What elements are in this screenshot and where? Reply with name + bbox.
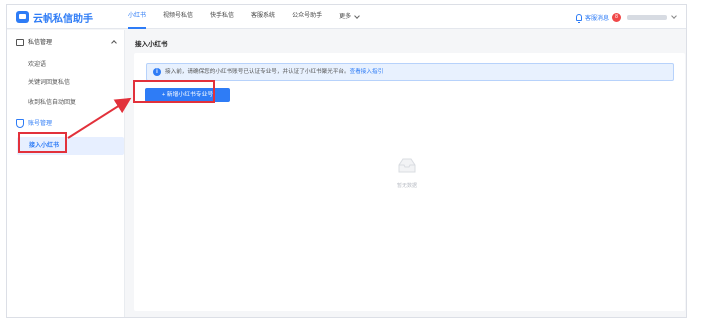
sidebar-item-keyword-reply[interactable]: 关键词回复私信	[28, 77, 70, 89]
page-title: 接入小红书	[135, 41, 168, 48]
view-guide-link[interactable]: 查看接入指引	[350, 69, 384, 75]
highlight-box-add-button	[133, 80, 215, 103]
sidebar-group-label: 私信管理	[28, 40, 53, 46]
customer-messages-link[interactable]: 客服消息	[585, 13, 609, 22]
nav-tab-xiaohongshu[interactable]: 小红书	[128, 5, 147, 29]
sidebar-item-auto-reply[interactable]: 收到私信自动回复	[28, 97, 76, 109]
info-notice: i 接入前，请确保您的小红书账号已认证专业号，并认证了小红书聚光平台。查看接入指…	[146, 63, 674, 81]
sidebar-group-dm-management[interactable]: 私信管理	[7, 36, 125, 50]
chevron-down-icon[interactable]	[671, 12, 677, 19]
unread-badge: 8	[612, 12, 621, 22]
nav-tab-official-account[interactable]: 公众号助手	[292, 5, 322, 29]
top-bar: 云帆私信助手 小红书 视频号私信 快手私信 客服系统 公众号助手 更多 客服消息…	[7, 5, 686, 29]
empty-inbox-icon	[398, 158, 416, 173]
app-window: 云帆私信助手 小红书 视频号私信 快手私信 客服系统 公众号助手 更多 客服消息…	[6, 4, 687, 318]
sidebar: 私信管理 欢迎语 关键词回复私信 收到私信自动回复 账号管理 接入小红书	[7, 30, 125, 317]
user-account-name[interactable]	[627, 14, 667, 20]
highlight-box-sidebar-item	[18, 132, 67, 153]
sidebar-item-welcome[interactable]: 欢迎语	[28, 59, 46, 71]
sidebar-group-account-management[interactable]: 账号管理	[7, 117, 125, 131]
nav-tab-kuaishou-dm[interactable]: 快手私信	[210, 5, 234, 29]
top-nav: 小红书 视频号私信 快手私信 客服系统 公众号助手 更多	[128, 5, 376, 29]
notice-text: 接入前，请确保您的小红书账号已认证专业号，并认证了小红书聚光平台。查看接入指引	[165, 64, 383, 81]
chevron-down-icon	[354, 12, 360, 19]
empty-state-text: 暂无数据	[396, 183, 417, 189]
shield-icon	[16, 119, 24, 128]
bell-icon	[575, 13, 582, 23]
nav-tab-video-dm[interactable]: 视频号私信	[163, 5, 193, 29]
content-card: i 接入前，请确保您的小红书账号已认证专业号，并认证了小红书聚光平台。查看接入指…	[134, 53, 685, 311]
app-logo[interactable]: 云帆私信助手	[16, 10, 93, 25]
app-name: 云帆私信助手	[33, 13, 93, 25]
nav-tab-customer-service[interactable]: 客服系统	[251, 5, 275, 29]
notice-message: 接入前，请确保您的小红书账号已认证专业号，并认证了小红书聚光平台。	[165, 69, 350, 75]
nav-more-dropdown[interactable]: 更多	[339, 5, 360, 29]
header-actions: 客服消息 8	[575, 11, 677, 23]
sidebar-group-label: 账号管理	[28, 121, 53, 127]
message-icon	[16, 39, 24, 46]
logo-icon	[16, 11, 29, 23]
info-icon: i	[153, 68, 161, 76]
nav-more-label: 更多	[339, 13, 352, 20]
main-content: 接入小红书 i 接入前，请确保您的小红书账号已认证专业号，并认证了小红书聚光平台…	[126, 30, 686, 317]
chevron-up-icon	[111, 40, 117, 46]
